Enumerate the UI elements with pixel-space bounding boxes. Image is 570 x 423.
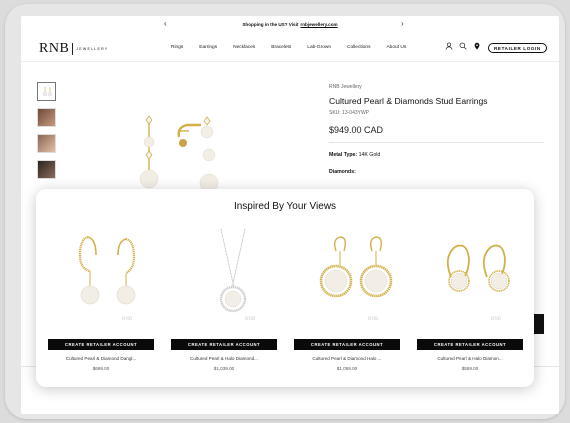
product-main-image [139, 115, 219, 191]
metal-type-value: 14K Gold [358, 152, 381, 158]
announcement-prev-button[interactable]: ‹ [164, 19, 167, 28]
create-retailer-account-button[interactable]: CREATE RETAILER ACCOUNT [294, 339, 400, 350]
watermark: RNB [122, 317, 133, 322]
nav-about-us[interactable]: About Us [386, 45, 406, 50]
logo-divider [72, 43, 74, 55]
announcement-link[interactable]: rnbjewellery.com [300, 22, 337, 27]
product-carousel: RNB CREATE RETAILER ACCOUNT Cultured Pea… [48, 223, 540, 373]
metal-type: Metal Type: 14K Gold [329, 152, 544, 158]
announcement-text: Shopping in the US? Visit [242, 21, 299, 27]
product-name[interactable]: Cultured Pearl & Diamond Halo ... [294, 356, 400, 361]
main-nav: Rings Earrings Necklaces Bracelets Lab-G… [171, 45, 422, 50]
product-image-dangle-earrings [78, 235, 136, 305]
divider [329, 142, 544, 143]
nav-bracelets[interactable]: Bracelets [271, 45, 291, 50]
product-image-leverback-earrings [446, 244, 510, 292]
thumbnail-4[interactable] [37, 160, 56, 179]
location-pin-icon[interactable] [473, 42, 481, 50]
thumbnail-3[interactable] [37, 134, 56, 153]
thumbnail-gallery [37, 82, 56, 179]
product-name[interactable]: Cultured Pearl & Halo Diamon... [417, 356, 523, 361]
create-retailer-account-button[interactable]: CREATE RETAILER ACCOUNT [48, 339, 154, 350]
nav-rings[interactable]: Rings [171, 45, 183, 50]
product-card[interactable]: RNB CREATE RETAILER ACCOUNT Cultured Pea… [294, 223, 417, 373]
nav-lab-grown[interactable]: Lab-Grown [307, 45, 331, 50]
create-retailer-account-button[interactable]: CREATE RETAILER ACCOUNT [417, 339, 523, 350]
product-card[interactable]: RNB CREATE RETAILER ACCOUNT Cultured Pea… [48, 223, 171, 373]
logo-main: RNB [39, 41, 70, 56]
product-title: Cultured Pearl & Diamonds Stud Earrings [329, 96, 488, 106]
logo-sub: JEWELLERY [76, 47, 109, 51]
announcement-next-button[interactable]: › [401, 19, 404, 28]
thumbnail-2[interactable] [37, 108, 56, 127]
product-name[interactable]: Cultured Pearl & Diamond Dangl... [48, 356, 154, 361]
nav-earrings[interactable]: Earrings [199, 45, 217, 50]
product-price: $949.00 CAD [329, 125, 384, 135]
nav-necklaces[interactable]: Necklaces [233, 45, 255, 50]
inspired-by-views-popup: Inspired By Your Views RNB CREATE RETAIL… [36, 189, 534, 387]
inspired-heading: Inspired By Your Views [233, 201, 337, 212]
user-icon[interactable] [445, 42, 453, 50]
product-price: $699.00 [92, 366, 110, 371]
search-icon[interactable] [459, 42, 467, 50]
product-price: $1,059.00 [336, 366, 358, 371]
product-brand[interactable]: RNB Jewellery [329, 84, 544, 90]
product-price: $559.00 [461, 366, 479, 371]
watermark: RNB [245, 317, 256, 322]
diamonds-label: Diamonds: [329, 169, 356, 175]
retailer-login-button[interactable]: RETAILER LOGIN [488, 43, 547, 53]
header-icons [445, 42, 481, 50]
product-card[interactable]: RNB CREATE RETAILER ACCOUNT Cultured Pea… [417, 223, 540, 373]
product-card[interactable]: RNB CREATE RETAILER ACCOUNT Cultured Pea… [171, 223, 294, 373]
product-sku: SKU: 13-043YWP [329, 110, 370, 116]
logo[interactable]: RNB JEWELLERY [39, 41, 108, 57]
product-image-pendant-necklace [219, 229, 247, 313]
product-name[interactable]: Cultured Pearl & Halo Diamond... [171, 356, 277, 361]
metal-type-label: Metal Type: [329, 152, 358, 158]
nav-collections[interactable]: Collections [347, 45, 370, 50]
announcement-bar: ‹ Shopping in the US? Visit rnbjewellery… [21, 16, 559, 32]
watermark: RNB [491, 317, 502, 322]
product-image-halo-earrings [319, 236, 393, 298]
product-info: RNB Jewellery Cultured Pearl & Diamonds … [329, 84, 544, 175]
watermark: RNB [368, 317, 379, 322]
create-retailer-account-button[interactable]: CREATE RETAILER ACCOUNT [171, 339, 277, 350]
product-price: $1,039.00 [213, 366, 235, 371]
site-header: RNB JEWELLERY Rings Earrings Necklaces B… [21, 34, 559, 62]
thumbnail-1[interactable] [37, 82, 56, 101]
